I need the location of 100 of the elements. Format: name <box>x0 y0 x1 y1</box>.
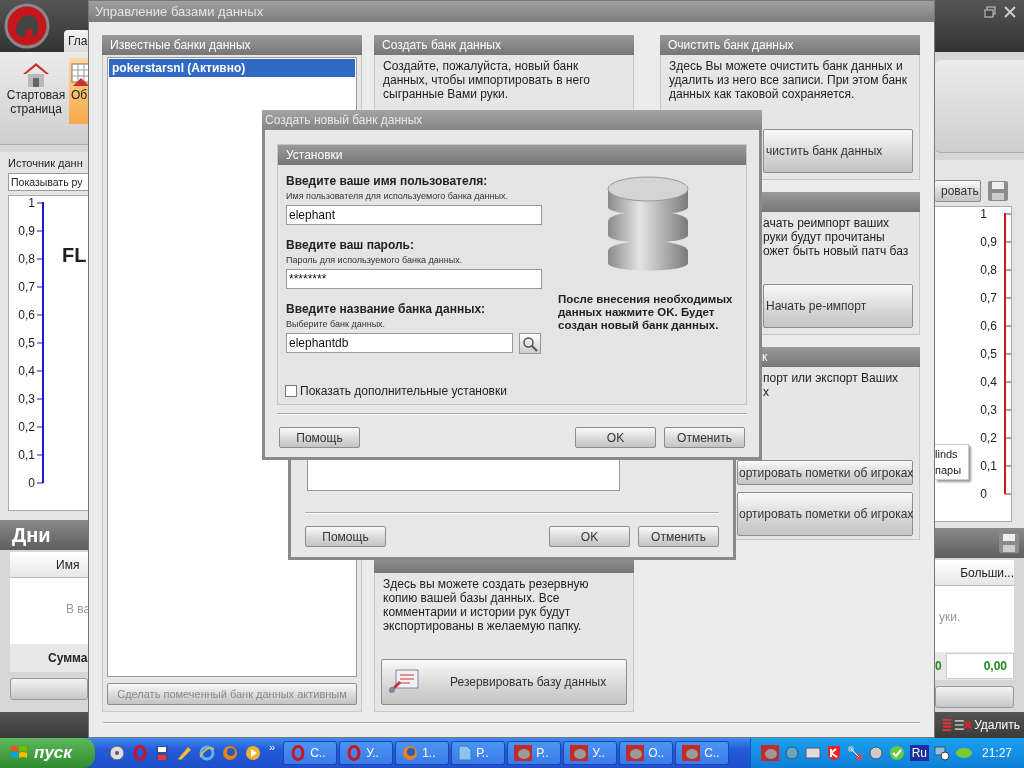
disc-icon[interactable] <box>109 745 125 761</box>
group-title: Установки <box>278 145 746 165</box>
scroll-bar[interactable] <box>10 678 88 700</box>
axis-label: 0,2 <box>18 421 35 436</box>
sum-label: Сумма <box>10 644 88 672</box>
axis-label: 0,3 <box>980 404 997 419</box>
field-hint: Пароль для используемого банка данных. <box>286 255 464 265</box>
panel-text: ожет быть новый патч баз <box>763 244 910 258</box>
network-icon <box>846 745 863 761</box>
axis-label: 0,4 <box>18 365 35 380</box>
axis-label: 0,5 <box>18 337 35 352</box>
ribbon-button[interactable]: Стартовая страница <box>5 58 67 124</box>
field-label: Введите название банка данных: <box>286 302 487 316</box>
axis-label: 0,5 <box>980 348 997 363</box>
axis-label: 0,8 <box>18 253 35 268</box>
monitor-icon <box>804 745 821 761</box>
save-icon[interactable] <box>998 532 1020 554</box>
axis-label: 0,8 <box>980 264 997 279</box>
app-icon <box>626 745 645 761</box>
field-hint: Имя пользователя для используемого банка данных. <box>286 191 509 201</box>
app-icon <box>682 745 701 761</box>
advanced-settings-checkbox[interactable]: Показать дополнительные установки <box>278 384 746 404</box>
input-field[interactable]: ******** <box>286 269 542 289</box>
source-dropdown[interactable]: Показывать ру <box>8 173 88 191</box>
help-button[interactable]: Помощь <box>279 427 360 448</box>
ribbon-button[interactable]: Об <box>69 58 88 124</box>
axis-label: 0,6 <box>980 320 997 335</box>
browser-icon[interactable] <box>199 745 215 761</box>
sum-value: 0,00 <box>945 653 1014 679</box>
ring-icon <box>290 745 307 761</box>
delete-button[interactable]: Удалить <box>954 718 1020 732</box>
cancel-button[interactable]: Отменить <box>638 526 719 547</box>
apply-button[interactable]: ровать <box>935 180 981 202</box>
field-label: Введите ваше имя пользователя: <box>286 174 489 188</box>
list-item[interactable]: pokerstarsnl (Активно) <box>109 59 355 77</box>
taskbar-button[interactable]: О.. <box>619 741 674 765</box>
sum-value: 0 <box>935 659 942 673</box>
axis-label: 0,1 <box>18 449 35 464</box>
app-icon <box>514 745 533 761</box>
export-button[interactable]: ортировать пометки об игроках <box>737 492 913 536</box>
help-button[interactable]: Помощь <box>305 526 386 547</box>
clock: 21:27 <box>981 746 1012 760</box>
export-button[interactable]: ортировать пометки об игроках <box>737 460 913 485</box>
scroll-bar[interactable] <box>935 686 1014 708</box>
backup-button[interactable]: Резервировать базу данных <box>381 659 627 705</box>
flag-icon <box>10 745 28 761</box>
cancel-button[interactable]: Отменить <box>664 427 745 448</box>
panel-title: Очистить банк данных <box>660 35 920 55</box>
shield-icon <box>825 745 842 761</box>
panel-text: порт или экспорт Ваших <box>763 371 900 385</box>
floppy-icon[interactable] <box>155 745 169 761</box>
ring-icon <box>346 745 363 761</box>
legend-label: linds <box>935 448 959 460</box>
ok-button[interactable]: OK <box>575 427 656 448</box>
app-icon <box>570 745 589 761</box>
section-title: Дни <box>0 520 88 550</box>
axis-label: 0,2 <box>980 432 997 447</box>
pen-icon[interactable] <box>176 745 192 761</box>
panel-title: Создать банк данных <box>374 35 634 55</box>
taskbar-button[interactable]: Р.. <box>451 741 506 765</box>
language-indicator[interactable]: Ru <box>909 745 929 761</box>
ok-button[interactable]: OK <box>549 526 630 547</box>
delete-icon <box>954 718 973 732</box>
clear-button[interactable]: чистить банк данных <box>763 129 913 173</box>
close-icon[interactable] <box>1004 6 1016 18</box>
play-icon[interactable] <box>245 745 261 761</box>
field-hint: Выберите банк данных. <box>286 319 387 329</box>
window-title: Управление базами данных <box>89 1 934 22</box>
input-field[interactable]: elephant <box>286 205 542 225</box>
axis-label: 0,9 <box>980 236 997 251</box>
tab[interactable]: Гла <box>64 30 90 52</box>
axis-label: 1 <box>980 208 988 223</box>
taskbar-button[interactable]: Р.. <box>507 741 562 765</box>
instruction-text: После внесения необходимых данных нажмите OK. Будет создан новый банк данных. <box>558 293 734 332</box>
wrench-document-icon <box>388 668 420 696</box>
column-header[interactable]: Больши... <box>935 560 1014 586</box>
chart-title: FL <box>62 244 87 267</box>
axis-label: 0 <box>28 477 35 492</box>
restore-icon[interactable] <box>984 6 996 18</box>
panel-text: Здесь вы можете создать резервную копию вашей базы данных. Все комментарии и истории рук будут экспортированы в желаемую папку. <box>382 576 590 635</box>
axis-label: 0,7 <box>18 281 35 296</box>
app-icon <box>760 745 779 761</box>
shield-icon <box>888 745 905 761</box>
panel-text: руки будут прочитаны <box>763 230 886 244</box>
panel-title: Известные банки данных <box>102 35 362 55</box>
panel-text: х <box>763 385 770 399</box>
taskbar-button[interactable]: С.. <box>283 741 338 765</box>
taskbar-button[interactable]: 1.. <box>395 741 450 765</box>
chevron-button[interactable]: » <box>269 741 276 753</box>
axis-label: 0,9 <box>18 225 35 240</box>
column-header[interactable]: Имя <box>10 552 88 578</box>
app-logo-icon <box>4 3 50 49</box>
reimport-button[interactable]: Начать ре-импорт <box>763 284 913 328</box>
panel-text: Создайте, пожалуйста, новый банк данных, чтобы импортировать в него сыгранные Вами руки. <box>382 58 591 103</box>
network-icon <box>933 745 950 761</box>
input-field[interactable]: elephantdb <box>286 333 513 353</box>
taskbar-button[interactable]: С.. <box>675 741 730 765</box>
list-icon[interactable] <box>941 717 954 733</box>
text-area[interactable] <box>307 460 620 491</box>
save-icon[interactable] <box>987 180 1009 202</box>
